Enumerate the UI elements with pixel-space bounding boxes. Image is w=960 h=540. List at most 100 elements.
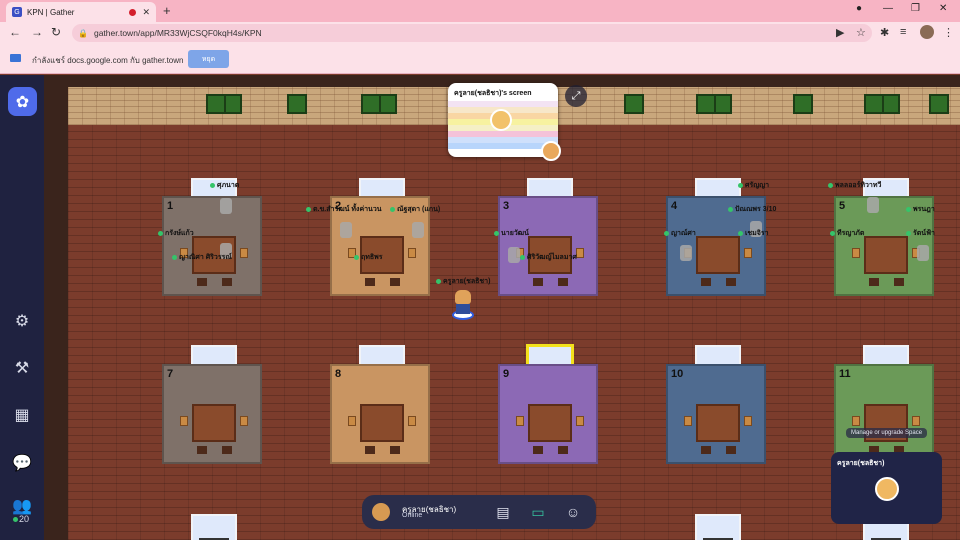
room-number: 3 <box>503 200 510 212</box>
chair <box>408 416 416 426</box>
room-8[interactable]: 8 <box>330 364 430 464</box>
room-11[interactable]: 11 <box>834 364 934 464</box>
room-number: 9 <box>503 368 510 380</box>
participant-avatar[interactable] <box>680 245 692 261</box>
gather-logo-icon[interactable]: ✿ <box>8 87 37 116</box>
emoji-icon[interactable]: ☺ <box>563 502 583 522</box>
map-icon[interactable]: ▤ <box>493 502 513 522</box>
chair <box>744 248 752 258</box>
browser-tabstrip: G KPN | Gather ✕ + ● — ❐ ✕ <box>0 0 960 22</box>
chat-icon[interactable]: 💬 <box>12 453 32 473</box>
build-hammer-icon[interactable]: ⚒ <box>12 358 32 378</box>
whiteboard[interactable] <box>695 514 741 540</box>
new-tab-button[interactable]: + <box>163 3 171 18</box>
table <box>864 236 908 274</box>
status-dot-icon <box>738 183 743 188</box>
chair <box>180 416 188 426</box>
tab-title: KPN | Gather <box>27 7 75 17</box>
profile-avatar[interactable] <box>920 25 934 39</box>
bookmark-star-icon[interactable]: ☆ <box>856 26 866 39</box>
address-bar: ← → ↻ 🔒 gather.town/app/MR33WjCSQF0kqH4s… <box>0 22 960 44</box>
user-avatar[interactable] <box>372 503 390 521</box>
participant-avatar[interactable] <box>220 198 232 214</box>
chair <box>576 416 584 426</box>
status-dot-icon <box>390 207 395 212</box>
room-7[interactable]: 7 <box>162 364 262 464</box>
room-10[interactable]: 10 <box>666 364 766 464</box>
reload-icon[interactable]: ↻ <box>51 25 61 39</box>
room-number: 1 <box>167 200 174 212</box>
stool <box>533 446 543 454</box>
stool <box>222 446 232 454</box>
chair <box>852 416 860 426</box>
participant-avatar[interactable] <box>340 222 352 238</box>
window <box>696 94 732 114</box>
video-tile[interactable]: ครูลาย(ชลธิชา) <box>831 452 942 524</box>
room-number: 7 <box>167 368 174 380</box>
participants-icon[interactable]: 👥 <box>12 496 32 516</box>
browser-tab[interactable]: G KPN | Gather ✕ <box>6 2 156 22</box>
stool <box>558 278 568 286</box>
extensions-icon[interactable]: ✱ <box>880 26 889 39</box>
close-window-button[interactable]: ✕ <box>939 3 947 14</box>
user-status[interactable]: Online <box>402 512 422 519</box>
player-body <box>456 304 470 314</box>
tab-close-icon[interactable]: ✕ <box>142 7 150 18</box>
participant-nametag: ศรัญญา <box>738 180 769 191</box>
status-dot-icon <box>494 231 499 236</box>
participant-avatar[interactable] <box>412 222 424 238</box>
expand-icon[interactable]: ⤢ <box>565 85 587 107</box>
own-player-avatar[interactable] <box>452 290 474 320</box>
media-icon[interactable]: ≡ <box>900 26 906 38</box>
room-1[interactable]: 1 <box>162 196 262 296</box>
participant-nametag: ทีรญาภัต <box>830 228 864 239</box>
chair <box>912 416 920 426</box>
back-icon[interactable]: ← <box>9 25 21 39</box>
stool <box>197 278 207 286</box>
calendar-icon[interactable]: ▦ <box>12 405 32 425</box>
settings-gear-icon[interactable]: ⚙ <box>12 311 32 331</box>
camera-icon[interactable]: ▶ <box>836 26 844 39</box>
url-text: gather.town/app/MR33WjCSQF0kqH4s/KPN <box>93 28 262 38</box>
window <box>206 94 242 114</box>
status-dot-icon <box>906 207 911 212</box>
room-9[interactable]: 9 <box>498 364 598 464</box>
bottom-control-bar: ครูลาย(ชลธิชา) Online ▤ ▭ ☺ <box>362 495 596 529</box>
minimize-button[interactable]: — <box>883 3 893 14</box>
menu-icon[interactable]: ⋮ <box>943 26 954 39</box>
chair <box>744 416 752 426</box>
room-number: 4 <box>671 200 678 212</box>
participant-nametag: ต.ข.สำวัฒน์ ทั้งค่านวน <box>306 204 382 215</box>
sharer-mini-avatar[interactable] <box>541 141 561 161</box>
maximize-button[interactable]: ❐ <box>911 3 920 14</box>
chair <box>576 248 584 258</box>
participant-nametag: รัตน์ฟ้า <box>906 228 935 239</box>
forward-icon[interactable]: → <box>31 25 43 39</box>
stool <box>197 446 207 454</box>
participant-avatar[interactable] <box>867 197 879 213</box>
participant-avatar[interactable] <box>917 245 929 261</box>
account-icon[interactable]: ● <box>856 3 862 14</box>
status-dot-icon <box>520 255 525 260</box>
omnibox[interactable]: 🔒 gather.town/app/MR33WjCSQF0kqH4s/KPN <box>72 24 872 42</box>
table <box>528 404 572 442</box>
participant-nametag: พลลออร์ทิวาทวี <box>828 180 881 191</box>
room-3[interactable]: 3 <box>498 196 598 296</box>
stop-sharing-button[interactable]: หยุด <box>188 50 229 68</box>
recording-icon <box>129 8 137 16</box>
stool <box>533 278 543 286</box>
sharer-avatar <box>490 109 512 131</box>
share-status-text: กำลังแชร์ docs.google.com กับ gather.tow… <box>32 56 184 65</box>
chair <box>348 416 356 426</box>
table <box>360 404 404 442</box>
status-dot-icon <box>354 255 359 260</box>
screen-share-icon[interactable]: ▭ <box>528 502 548 522</box>
status-dot-icon <box>738 231 743 236</box>
status-dot-icon <box>172 255 177 260</box>
participant-nametag: ศุภนาต <box>210 180 239 191</box>
stool <box>701 278 711 286</box>
whiteboard[interactable] <box>191 514 237 540</box>
video-tile-avatar <box>875 477 899 501</box>
participant-avatar[interactable] <box>508 247 520 263</box>
window <box>864 94 900 114</box>
